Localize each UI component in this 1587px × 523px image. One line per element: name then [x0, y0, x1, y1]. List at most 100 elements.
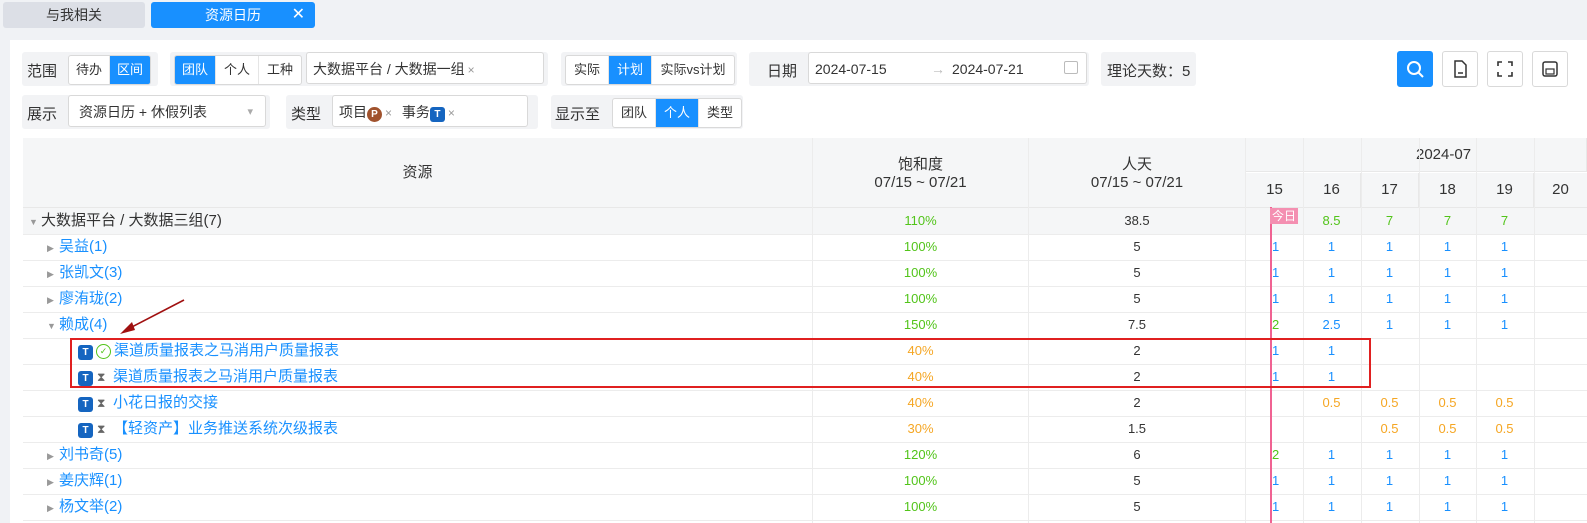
collapse-caret-icon[interactable]: ▼: [29, 209, 41, 235]
day-cell[interactable]: 0.5: [1361, 416, 1418, 442]
day-cell[interactable]: [1534, 468, 1587, 494]
day-cell[interactable]: 1: [1246, 286, 1303, 312]
day-cell[interactable]: 1: [1361, 260, 1418, 286]
task-name-link[interactable]: 小花日报的交接: [113, 394, 218, 411]
day-cell[interactable]: 1: [1303, 468, 1360, 494]
person-row[interactable]: ▶ 张凯文(3) 100% 5 1 1 1 1 1: [23, 260, 1587, 287]
remove-tag-icon[interactable]: ×: [448, 106, 455, 120]
mode-option-plan[interactable]: 计划: [609, 56, 652, 84]
day-cell[interactable]: 1: [1361, 442, 1418, 468]
expand-caret-icon[interactable]: ▶: [47, 469, 59, 495]
group-row[interactable]: ▼ 大数据平台 / 大数据三组(7) 110% 38.5 8.5 7 7 7: [23, 208, 1587, 235]
day-cell[interactable]: [1534, 286, 1587, 312]
day-cell[interactable]: 1: [1476, 234, 1533, 260]
expand-caret-icon[interactable]: ▶: [47, 495, 59, 521]
day-cell[interactable]: [1534, 234, 1587, 260]
day-cell[interactable]: 1: [1246, 494, 1303, 520]
day-cell[interactable]: 1: [1303, 286, 1360, 312]
day-cell[interactable]: 1: [1361, 234, 1418, 260]
day-cell[interactable]: [1419, 364, 1476, 390]
day-cell[interactable]: 7: [1361, 208, 1418, 234]
day-cell[interactable]: 1: [1246, 234, 1303, 260]
unit-option-worktype[interactable]: 工种: [259, 56, 301, 84]
day-cell[interactable]: 0.5: [1476, 416, 1533, 442]
team-select[interactable]: 大数据平台 / 大数据一组 ×: [306, 52, 544, 84]
expand-caret-icon[interactable]: ▶: [47, 287, 59, 313]
day-cell[interactable]: 0.5: [1361, 390, 1418, 416]
day-cell[interactable]: [1534, 338, 1587, 364]
task-row[interactable]: T ⧗ 【轻资产】业务推送系统次级报表 30% 1.5 0.5 0.5 0.5: [23, 416, 1587, 443]
day-cell[interactable]: 1: [1476, 312, 1533, 338]
expand-caret-icon[interactable]: ▼: [47, 313, 59, 339]
person-row[interactable]: ▶ 吴益(1) 100% 5 1 1 1 1 1: [23, 234, 1587, 261]
day-cell[interactable]: 1: [1246, 260, 1303, 286]
search-button[interactable]: [1397, 51, 1433, 87]
person-name-link[interactable]: 赖成(4): [59, 316, 107, 333]
day-cell[interactable]: 2: [1246, 312, 1303, 338]
day-cell[interactable]: 0.5: [1303, 390, 1360, 416]
person-row[interactable]: ▶ 廖洧珑(2) 100% 5 1 1 1 1 1: [23, 286, 1587, 313]
day-cell[interactable]: [1246, 390, 1303, 416]
person-name-link[interactable]: 杨文举(2): [59, 498, 122, 515]
person-name-link[interactable]: 姜庆辉(1): [59, 472, 122, 489]
person-row[interactable]: ▶ 杨文举(2) 100% 5 1 1 1 1 1: [23, 494, 1587, 521]
expand-caret-icon[interactable]: ▶: [47, 235, 59, 261]
day-cell[interactable]: 1: [1246, 468, 1303, 494]
day-cell[interactable]: 1: [1361, 494, 1418, 520]
day-cell[interactable]: 1: [1303, 234, 1360, 260]
day-cell[interactable]: [1476, 364, 1533, 390]
day-cell[interactable]: 1: [1476, 260, 1533, 286]
unit-option-person[interactable]: 个人: [216, 56, 259, 84]
day-cell[interactable]: 1: [1361, 312, 1418, 338]
person-row[interactable]: ▶ 刘书奇(5) 120% 6 2 1 1 1 1: [23, 442, 1587, 469]
day-cell[interactable]: [1534, 390, 1587, 416]
fullscreen-button[interactable]: [1487, 51, 1523, 87]
day-cell[interactable]: 1: [1419, 260, 1476, 286]
day-cell[interactable]: 2: [1246, 442, 1303, 468]
person-name-link[interactable]: 吴益(1): [59, 238, 107, 255]
display-select[interactable]: 资源日历 + 休假列表 ▾: [68, 95, 266, 127]
mode-option-actual[interactable]: 实际: [566, 56, 609, 84]
day-cell[interactable]: 0.5: [1419, 416, 1476, 442]
day-cell[interactable]: 1: [1419, 312, 1476, 338]
unit-option-team[interactable]: 团队: [175, 56, 216, 84]
day-cell[interactable]: 1: [1476, 468, 1533, 494]
day-cell[interactable]: 1: [1419, 442, 1476, 468]
tab-resource-calendar[interactable]: 资源日历 ✕: [151, 2, 315, 28]
expand-caret-icon[interactable]: ▶: [47, 443, 59, 469]
date-range-picker[interactable]: 2024-07-15 → 2024-07-21: [808, 52, 1087, 84]
day-cell[interactable]: 1: [1419, 494, 1476, 520]
clear-icon[interactable]: ×: [468, 63, 475, 77]
day-cell[interactable]: 1: [1361, 286, 1418, 312]
scope-option-range[interactable]: 区间: [110, 56, 150, 84]
remove-tag-icon[interactable]: ×: [385, 106, 392, 120]
day-cell[interactable]: [1534, 208, 1587, 234]
day-cell[interactable]: 0.5: [1419, 390, 1476, 416]
day-cell[interactable]: 1: [1419, 286, 1476, 312]
person-name-link[interactable]: 刘书奇(5): [59, 446, 122, 463]
day-cell[interactable]: 2.5: [1303, 312, 1360, 338]
mode-option-actual-vs-plan[interactable]: 实际vs计划: [652, 56, 734, 84]
day-cell[interactable]: [1534, 364, 1587, 390]
day-cell[interactable]: [1303, 416, 1360, 442]
day-cell[interactable]: 1: [1419, 234, 1476, 260]
day-cell[interactable]: 1: [1303, 442, 1360, 468]
person-row[interactable]: ▼ 赖成(4) 150% 7.5 2 2.5 1 1 1: [23, 312, 1587, 339]
show-to-option-person[interactable]: 个人: [656, 99, 699, 127]
day-cell[interactable]: 1: [1303, 494, 1360, 520]
date-start[interactable]: 2024-07-15: [815, 53, 887, 85]
show-to-option-team[interactable]: 团队: [613, 99, 656, 127]
day-cell[interactable]: [1534, 260, 1587, 286]
day-cell[interactable]: 0.5: [1476, 390, 1533, 416]
day-cell[interactable]: 7: [1476, 208, 1533, 234]
day-cell[interactable]: 7: [1419, 208, 1476, 234]
day-cell[interactable]: [1534, 494, 1587, 520]
day-cell[interactable]: [1534, 312, 1587, 338]
day-cell[interactable]: 1: [1476, 442, 1533, 468]
show-to-option-type[interactable]: 类型: [699, 99, 741, 127]
expand-caret-icon[interactable]: ▶: [47, 261, 59, 287]
person-row[interactable]: ▶ 姜庆辉(1) 100% 5 1 1 1 1 1: [23, 468, 1587, 495]
export-button[interactable]: [1442, 51, 1478, 87]
date-end[interactable]: 2024-07-21: [952, 53, 1024, 85]
day-cell[interactable]: [1246, 416, 1303, 442]
